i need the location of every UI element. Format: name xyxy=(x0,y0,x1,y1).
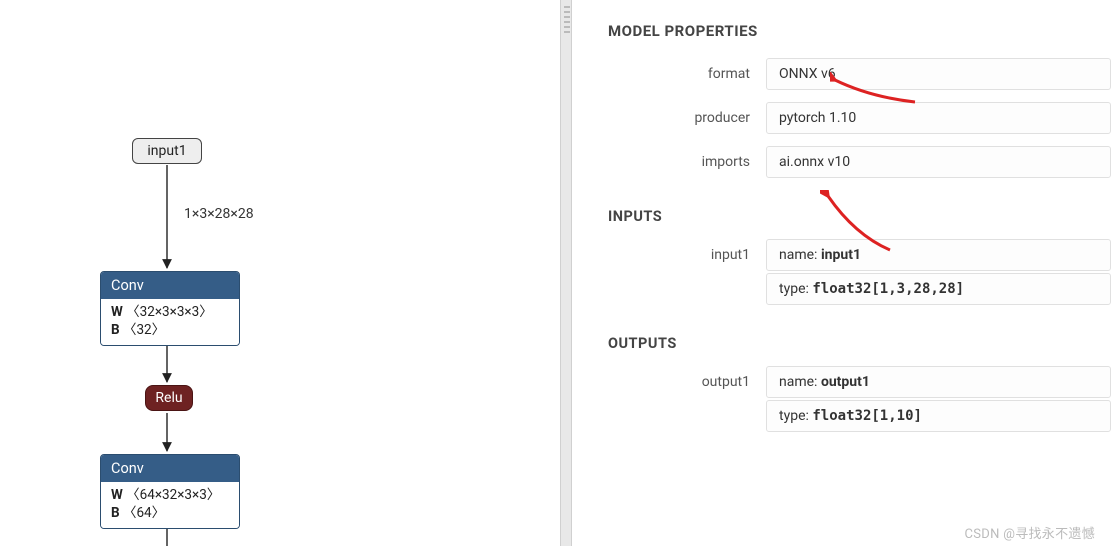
graph-node-relu[interactable]: Relu xyxy=(145,385,193,411)
panel-divider[interactable] xyxy=(560,0,572,546)
prop-value-input1-type[interactable]: type: float32[1,3,28,28] xyxy=(766,273,1111,305)
graph-panel[interactable]: input1 1×3×28×28 Conv W W 〈32×3×3×3〉〈32×… xyxy=(0,0,560,546)
section-title-outputs: OUTPUTS xyxy=(608,335,1111,352)
section-title-inputs: INPUTS xyxy=(608,208,1111,225)
prop-value-output1-type[interactable]: type: float32[1,10] xyxy=(766,400,1111,432)
prop-row-format: format ONNX v6 xyxy=(608,58,1111,92)
prop-row-imports: imports ai.onnx v10 xyxy=(608,146,1111,180)
graph-node-conv-2[interactable]: Conv W 〈64×32×3×3〉 B 〈64〉 xyxy=(100,454,240,529)
prop-label-format: format xyxy=(608,58,766,92)
graph-edge-label: 1×3×28×28 xyxy=(184,206,254,222)
prop-value-format[interactable]: ONNX v6 xyxy=(766,58,1111,90)
graph-node-conv-2-body: W 〈64×32×3×3〉 B 〈64〉 xyxy=(101,482,239,528)
prop-value-output1-name[interactable]: name: output1 xyxy=(766,366,1111,398)
properties-panel: MODEL PROPERTIES format ONNX v6 producer… xyxy=(572,0,1111,546)
prop-label-producer: producer xyxy=(608,102,766,136)
graph-node-relu-label: Relu xyxy=(155,390,182,406)
watermark: CSDN @寻找永不遗憾 xyxy=(965,523,1095,542)
graph-node-conv-1-title: Conv xyxy=(101,272,239,299)
graph-node-conv-1[interactable]: Conv W W 〈32×3×3×3〉〈32×3×3×3〉 B 〈32〉 xyxy=(100,271,240,346)
prop-value-producer[interactable]: pytorch 1.10 xyxy=(766,102,1111,134)
graph-node-conv-1-body: W W 〈32×3×3×3〉〈32×3×3×3〉 B 〈32〉 xyxy=(101,299,239,345)
graph-node-input-label: input1 xyxy=(147,143,186,159)
section-title-model-properties: MODEL PROPERTIES xyxy=(608,22,1111,40)
prop-label-imports: imports xyxy=(608,146,766,180)
prop-value-imports[interactable]: ai.onnx v10 xyxy=(766,146,1111,178)
prop-label-output1: output1 xyxy=(608,366,766,434)
graph-node-conv-2-title: Conv xyxy=(101,455,239,482)
graph-edges xyxy=(0,0,560,546)
prop-row-producer: producer pytorch 1.10 xyxy=(608,102,1111,136)
prop-value-input1-name[interactable]: name: input1 xyxy=(766,239,1111,271)
prop-label-input1: input1 xyxy=(608,239,766,307)
graph-node-input[interactable]: input1 xyxy=(132,138,202,164)
prop-row-output1: output1 name: output1 type: float32[1,10… xyxy=(608,366,1111,434)
prop-row-input1: input1 name: input1 type: float32[1,3,28… xyxy=(608,239,1111,307)
